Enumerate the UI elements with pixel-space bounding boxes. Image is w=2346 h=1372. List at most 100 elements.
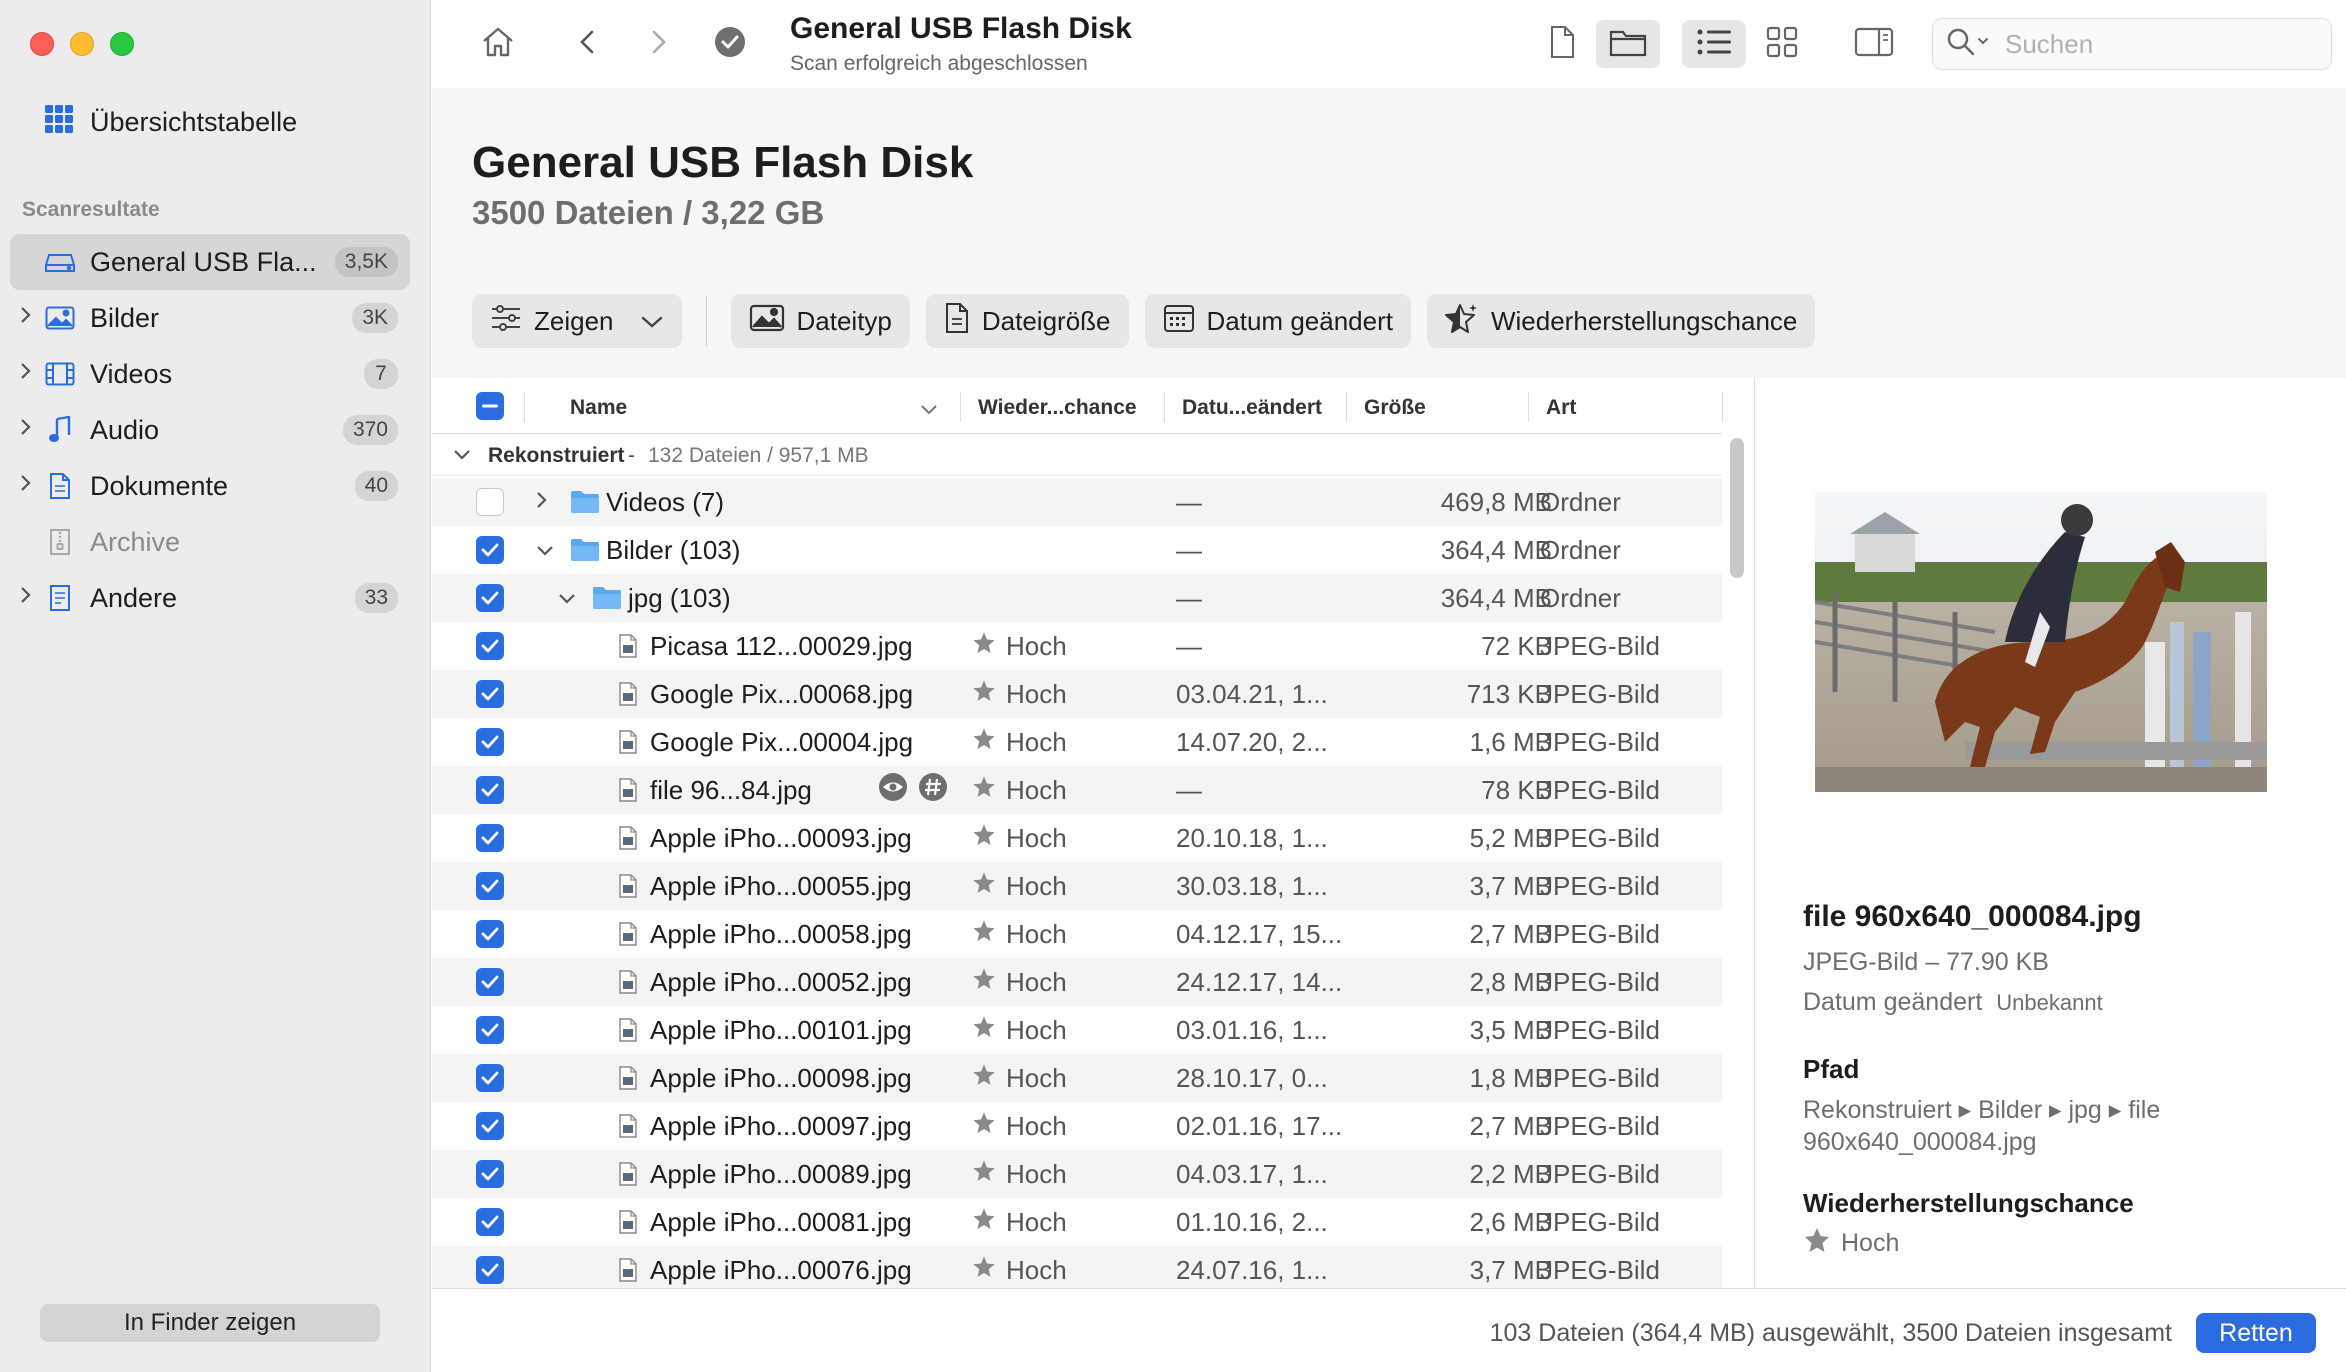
star-icon xyxy=(972,631,996,662)
row-checkbox[interactable] xyxy=(476,1160,504,1188)
row-name: file 96...84.jpg xyxy=(650,774,812,805)
row-checkbox[interactable] xyxy=(476,584,504,612)
table-row[interactable]: Google Pix...00004.jpg Hoch 14.07.20, 2...… xyxy=(432,718,1722,766)
select-all-checkbox[interactable] xyxy=(476,392,504,426)
list-view-button[interactable] xyxy=(1682,20,1746,68)
eye-icon[interactable] xyxy=(878,772,908,809)
chevron-right-icon[interactable] xyxy=(18,585,36,611)
table-row[interactable]: Picasa 112...00029.jpg Hoch —72 KB JPEG-Bil… xyxy=(432,622,1722,670)
sidebar-item-1[interactable]: Bilder 3K xyxy=(10,290,410,346)
music-note-icon xyxy=(44,416,76,444)
sidebar-item-4[interactable]: Dokumente 40 xyxy=(10,458,410,514)
row-date: 02.01.16, 17... xyxy=(1176,1110,1343,1141)
chevron-down-icon[interactable] xyxy=(536,537,554,563)
row-checkbox[interactable] xyxy=(476,1256,504,1284)
date-filter-button[interactable]: Datum geändert xyxy=(1144,294,1411,348)
table-row[interactable]: Apple iPho...00076.jpg Hoch 24.07.16, 1...… xyxy=(432,1246,1722,1288)
scrollbar-thumb[interactable] xyxy=(1730,438,1744,578)
search-box[interactable] xyxy=(1932,18,2332,70)
column-header-chance[interactable]: Wieder...chance xyxy=(978,396,1137,420)
preview-type-size: JPEG-Bild – 77.90 KB xyxy=(1803,948,2049,976)
row-checkbox[interactable] xyxy=(476,872,504,900)
home-button[interactable] xyxy=(474,20,522,68)
chevron-right-icon[interactable] xyxy=(536,489,548,515)
show-filter-dropdown[interactable]: Zeigen xyxy=(472,294,682,348)
row-checkbox[interactable] xyxy=(476,1208,504,1236)
table-row[interactable]: Apple iPho...00052.jpg Hoch 24.12.17, 14..… xyxy=(432,958,1722,1006)
folder-view-button[interactable] xyxy=(1596,20,1660,68)
row-checkbox[interactable] xyxy=(476,1112,504,1140)
table-row[interactable]: Apple iPho...00093.jpg Hoch 20.10.18, 1...… xyxy=(432,814,1722,862)
column-header-date[interactable]: Datu...eändert xyxy=(1182,396,1322,420)
star-icon xyxy=(972,1111,996,1142)
row-checkbox[interactable] xyxy=(476,488,504,516)
column-header-name[interactable]: Name xyxy=(570,396,627,420)
table-row[interactable]: Apple iPho...00097.jpg Hoch 02.01.16, 17..… xyxy=(432,1102,1722,1150)
row-checkbox[interactable] xyxy=(476,1016,504,1044)
row-checkbox[interactable] xyxy=(476,728,504,756)
content-header: General USB Flash Disk 3500 Dateien / 3,… xyxy=(432,88,2346,378)
chevron-right-icon[interactable] xyxy=(18,417,36,443)
recovery-chance-filter-button[interactable]: Wiederherstellungschance xyxy=(1426,294,1816,348)
table-row[interactable]: Apple iPho...00089.jpg Hoch 04.03.17, 1...… xyxy=(432,1150,1722,1198)
recover-button[interactable]: Retten xyxy=(2196,1313,2316,1353)
row-chance: Hoch xyxy=(972,1063,1067,1094)
row-size: 364,4 MB xyxy=(1440,534,1552,565)
table-row[interactable]: Google Pix...00068.jpg Hoch 03.04.21, 1...… xyxy=(432,670,1722,718)
table-row[interactable]: Apple iPho...00101.jpg Hoch 03.01.16, 1...… xyxy=(432,1006,1722,1054)
table-row[interactable]: file 96...84.jpg Hoch —78 KB JPEG-Bild xyxy=(432,766,1722,814)
table-row[interactable]: Videos (7) — 469,8 MB Ordner xyxy=(432,478,1722,526)
sidebar-item-3[interactable]: Audio 370 xyxy=(10,402,410,458)
close-window-button[interactable] xyxy=(30,32,54,56)
sidebar-item-0[interactable]: General USB Fla... 3,5K xyxy=(10,234,410,290)
filter-separator xyxy=(705,296,707,346)
row-kind: Ordner xyxy=(1540,486,1621,517)
toggle-preview-button[interactable] xyxy=(1850,20,1898,68)
minimize-window-button[interactable] xyxy=(70,32,94,56)
table-row[interactable]: jpg (103) — 364,4 MB Ordner xyxy=(432,574,1722,622)
sidebar-item-2[interactable]: Videos 7 xyxy=(10,346,410,402)
chevron-down-icon xyxy=(452,444,472,468)
zoom-window-button[interactable] xyxy=(110,32,134,56)
row-checkbox[interactable] xyxy=(476,824,504,852)
file-view-button[interactable] xyxy=(1538,20,1586,68)
row-checkbox[interactable] xyxy=(476,536,504,564)
table-scrollbar[interactable] xyxy=(1730,438,1746,1288)
show-in-finder-button[interactable]: In Finder zeigen xyxy=(40,1304,380,1342)
chevron-down-icon[interactable] xyxy=(558,585,576,611)
chevron-right-icon[interactable] xyxy=(18,473,36,499)
table-row[interactable]: Apple iPho...00058.jpg Hoch 04.12.17, 15..… xyxy=(432,910,1722,958)
column-header-size[interactable]: Größe xyxy=(1364,396,1426,420)
table-row[interactable]: Apple iPho...00098.jpg Hoch 28.10.17, 0...… xyxy=(432,1054,1722,1102)
row-checkbox[interactable] xyxy=(476,968,504,996)
sidebar-overview[interactable]: Übersichtstabelle xyxy=(44,104,297,141)
group-header[interactable]: Rekonstruiert - 132 Dateien / 957,1 MB xyxy=(432,436,1722,476)
sidebar-item-6[interactable]: Andere 33 xyxy=(10,570,410,626)
column-header-kind[interactable]: Art xyxy=(1546,396,1576,420)
row-chance-value: Hoch xyxy=(1006,966,1067,997)
table-row[interactable]: Apple iPho...00081.jpg Hoch 01.10.16, 2...… xyxy=(432,1198,1722,1246)
hashtag-icon[interactable] xyxy=(918,772,948,809)
sidebar-item-5[interactable]: Archive xyxy=(10,514,410,570)
grid-view-button[interactable] xyxy=(1758,20,1806,68)
row-kind: JPEG-Bild xyxy=(1540,1014,1660,1045)
back-button[interactable] xyxy=(564,20,612,68)
sidebar-item-label: Videos xyxy=(90,358,173,389)
toolbar: General USB Flash Disk Scan erfolgreich … xyxy=(432,0,2346,88)
filetype-filter-button[interactable]: Dateityp xyxy=(730,294,910,348)
row-checkbox[interactable] xyxy=(476,920,504,948)
sidebar-item-count: 370 xyxy=(342,415,398,445)
table-row[interactable]: Bilder (103) — 364,4 MB Ordner xyxy=(432,526,1722,574)
search-input[interactable] xyxy=(2005,28,2305,60)
filesize-filter-button[interactable]: Dateigröße xyxy=(925,294,1129,348)
filesize-filter-label: Dateigröße xyxy=(981,305,1111,336)
row-checkbox[interactable] xyxy=(476,680,504,708)
forward-button[interactable] xyxy=(634,20,682,68)
table-row[interactable]: Apple iPho...00055.jpg Hoch 30.03.18, 1...… xyxy=(432,862,1722,910)
chevron-right-icon[interactable] xyxy=(18,361,36,387)
chevron-right-icon[interactable] xyxy=(18,305,36,331)
row-checkbox[interactable] xyxy=(476,776,504,804)
row-name: Apple iPho...00093.jpg xyxy=(650,822,912,853)
row-checkbox[interactable] xyxy=(476,1064,504,1092)
row-checkbox[interactable] xyxy=(476,632,504,660)
